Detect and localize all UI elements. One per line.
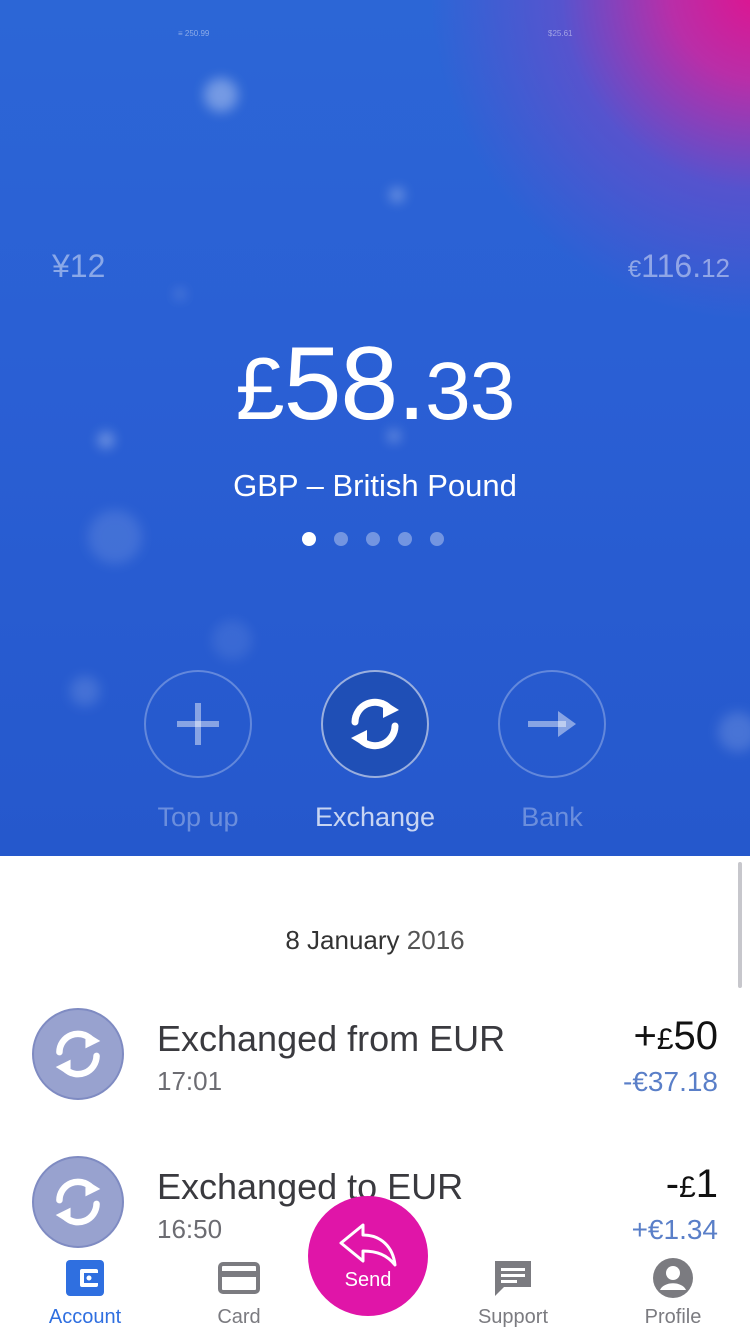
next-balance-int: 116.	[641, 248, 702, 284]
transaction-avatar	[32, 1156, 124, 1248]
top-up-circle[interactable]	[144, 670, 252, 778]
exchange-icon	[351, 698, 399, 750]
page-dot[interactable]	[366, 532, 380, 546]
next-balance-dec: 12	[701, 253, 730, 283]
main-balance: £58.33	[0, 325, 750, 444]
next-balance-symbol: €	[627, 256, 642, 283]
transaction-secondary-amount: +€1.34	[631, 1214, 718, 1245]
transaction-row[interactable]: Exchanged from EUR 17:01 +£50 -€37.18	[0, 1008, 750, 1148]
date-section-header: 8 January 2016	[0, 925, 750, 956]
previous-currency-balance[interactable]: ¥12	[52, 248, 105, 285]
exchange-icon	[55, 1030, 101, 1078]
exchange-icon	[55, 1178, 101, 1226]
tiny-balance-left: ≡ 250.99	[178, 29, 210, 38]
tab-support-label: Support	[477, 1306, 549, 1328]
tab-account[interactable]: Account	[10, 1258, 160, 1329]
tab-account-label: Account	[48, 1306, 122, 1328]
balance-currency-symbol: £	[235, 339, 285, 438]
currency-name: GBP – British Pound	[233, 468, 517, 503]
date-year: 2016	[406, 925, 465, 955]
date-day: 8 January	[285, 925, 400, 955]
transaction-amount: +£50	[633, 1014, 718, 1059]
exchange-circle[interactable]	[321, 670, 429, 778]
top-up-label: Top up	[157, 802, 239, 832]
tiny-balance-right: $25.61	[548, 29, 573, 38]
user-icon	[598, 1258, 748, 1298]
transaction-title: Exchanged from EUR	[157, 1018, 506, 1059]
transaction-amount: -£1	[666, 1162, 718, 1207]
bokeh-light	[176, 290, 184, 298]
tab-profile[interactable]: Profile	[598, 1258, 748, 1329]
transaction-time: 17:01	[157, 1066, 223, 1096]
next-currency-balance[interactable]: €116.12	[628, 248, 730, 285]
page-dot[interactable]	[430, 532, 444, 546]
send-label: Send	[344, 1268, 392, 1291]
tab-card[interactable]: Card	[164, 1258, 314, 1329]
bokeh-light	[718, 712, 750, 752]
plus-icon	[177, 703, 219, 745]
page-dot[interactable]	[302, 532, 316, 546]
exchange-label: Exchange	[314, 802, 436, 832]
page-dot[interactable]	[398, 532, 412, 546]
bokeh-light	[212, 620, 252, 660]
bokeh-light	[390, 188, 404, 202]
transaction-time: 16:50	[157, 1214, 223, 1244]
transaction-avatar	[32, 1008, 124, 1100]
amount-value: 50	[673, 1014, 719, 1058]
top-up-button[interactable]: Top up	[128, 670, 268, 833]
page-dot[interactable]	[334, 532, 348, 546]
exchange-button[interactable]: Exchange	[305, 670, 445, 833]
bank-label: Bank	[521, 802, 583, 832]
amount-value: 1	[695, 1162, 718, 1206]
balance-hero: ≡ 250.99 $25.61 ¥12 €116.12 £58.33 GBP –…	[0, 0, 750, 856]
amount-sign: +	[633, 1014, 657, 1058]
balance-integer: 58.	[283, 326, 427, 442]
tab-profile-label: Profile	[644, 1306, 702, 1328]
bank-button[interactable]: Bank	[482, 670, 622, 833]
bokeh-light	[204, 78, 238, 112]
reply-arrow-icon	[339, 1223, 397, 1266]
tab-card-label: Card	[217, 1306, 261, 1328]
wallet-icon	[10, 1258, 160, 1298]
arrow-right-icon	[528, 711, 576, 737]
bokeh-light	[70, 676, 100, 706]
tab-support[interactable]: Support	[438, 1258, 588, 1329]
transaction-title: Exchanged to EUR	[157, 1166, 464, 1207]
chat-bubble-icon	[438, 1258, 588, 1298]
page-indicator[interactable]	[302, 532, 444, 546]
amount-symbol: £	[656, 1023, 674, 1056]
card-icon	[164, 1258, 314, 1298]
amount-sign: -	[665, 1162, 680, 1206]
send-button[interactable]: Send	[308, 1196, 428, 1316]
transaction-secondary-amount: -€37.18	[623, 1066, 718, 1097]
bokeh-light	[88, 510, 142, 564]
amount-symbol: £	[679, 1171, 696, 1204]
balance-decimals: 33	[425, 346, 515, 437]
bank-circle[interactable]	[498, 670, 606, 778]
